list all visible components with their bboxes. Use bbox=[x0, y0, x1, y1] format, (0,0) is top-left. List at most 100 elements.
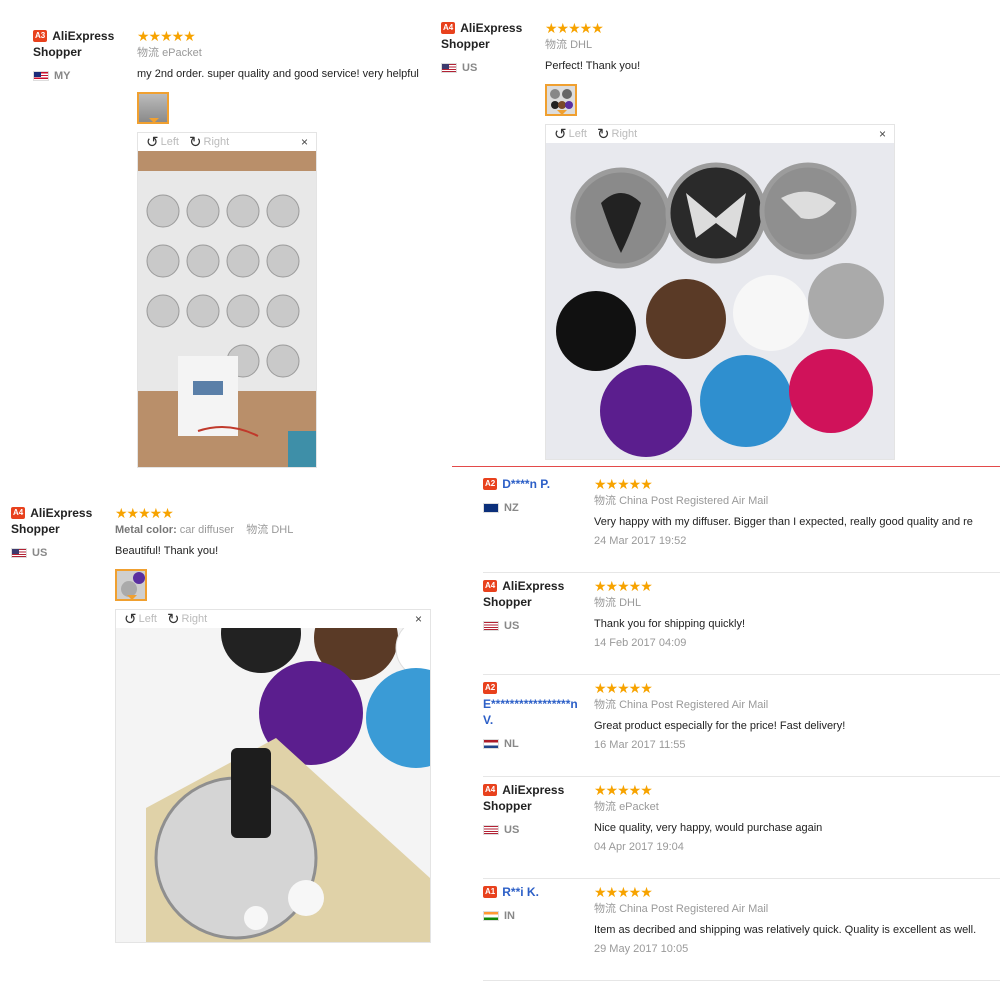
list-top-border bbox=[452, 466, 1000, 467]
photo-viewer: ↺ Left ↻ Right × bbox=[115, 609, 431, 943]
review-card-3: A4 AliExpress Shopper US ★★★★★ Metal colo… bbox=[11, 505, 441, 945]
shipping-label: 物流 bbox=[594, 597, 616, 609]
feedback-text: Thank you for shipping quickly! bbox=[594, 618, 746, 630]
sku-and-shipping: Metal color: car diffuser 物流 DHL bbox=[115, 523, 435, 538]
thumbnail-image bbox=[121, 572, 145, 597]
star-rating: ★★★★★ bbox=[545, 20, 604, 36]
level-badge: A4 bbox=[483, 784, 498, 796]
row-divider bbox=[483, 878, 1000, 879]
netherlands-flag-icon bbox=[483, 739, 499, 750]
thumbnail-image bbox=[550, 89, 573, 109]
level-badge: A2 bbox=[483, 681, 498, 694]
shipping-label: 物流 bbox=[594, 699, 616, 711]
shipping-method: DHL bbox=[570, 39, 593, 51]
review-photo bbox=[116, 628, 430, 942]
us-flag-icon bbox=[483, 825, 499, 836]
review-date: 24 Mar 2017 19:52 bbox=[594, 535, 687, 547]
shipping-label: 物流 bbox=[246, 524, 269, 536]
photo-thumbnail[interactable] bbox=[545, 84, 577, 116]
feedback-text: Very happy with my diffuser. Bigger than… bbox=[594, 516, 973, 528]
review-date: 29 May 2017 10:05 bbox=[594, 943, 689, 955]
shipping-info: 物流 DHL bbox=[594, 596, 1000, 611]
rotate-left-icon: ↺ bbox=[554, 126, 567, 143]
review-date: 04 Apr 2017 19:04 bbox=[594, 841, 684, 853]
reviewer-info: A4 AliExpress Shopper US bbox=[11, 505, 111, 561]
close-icon[interactable]: × bbox=[879, 127, 886, 141]
shipping-method: ePacket bbox=[162, 47, 202, 59]
photo-viewer: ↺ Left ↻ Right × bbox=[545, 124, 895, 460]
country: US bbox=[441, 60, 541, 76]
country: US bbox=[11, 545, 111, 561]
close-icon[interactable]: × bbox=[301, 135, 308, 149]
rotate-right-icon: ↻ bbox=[166, 611, 180, 628]
list-item: A4 AliExpress Shopper US ★★★★★ 物流 ePacket… bbox=[483, 782, 1000, 880]
new-zealand-flag-icon bbox=[483, 503, 499, 514]
rotate-right-button[interactable]: ↻ Right bbox=[189, 133, 229, 151]
list-item: A2 D****n P. NZ ★★★★★ 物流 China Post Regis… bbox=[483, 476, 1000, 574]
reviewer-name[interactable]: E*****************n V. bbox=[483, 697, 578, 727]
rotate-left-button[interactable]: ↺ Left bbox=[124, 610, 157, 628]
review-date: 14 Feb 2017 04:09 bbox=[594, 637, 687, 649]
shipping-info: 物流 China Post Registered Air Mail bbox=[594, 494, 1000, 509]
country: NL bbox=[483, 736, 591, 752]
review-card-2: A4 AliExpress Shopper US ★★★★★ 物流 DHL Per… bbox=[441, 20, 901, 460]
reviewer-info: A2 D****n P. NZ bbox=[483, 476, 591, 516]
review-photo bbox=[546, 143, 894, 459]
country-code: US bbox=[504, 824, 520, 837]
box-of-diffusers-image bbox=[138, 151, 316, 467]
country: US bbox=[483, 618, 591, 634]
reviewer-info: A4 AliExpress Shopper US bbox=[483, 782, 591, 838]
rotate-right-icon: ↻ bbox=[188, 134, 202, 151]
level-badge: A4 bbox=[11, 507, 26, 519]
star-rating: ★★★★★ bbox=[594, 680, 653, 696]
country-code: NL bbox=[504, 738, 519, 751]
star-rating: ★★★★★ bbox=[115, 505, 174, 521]
shipping-method: China Post Registered Air Mail bbox=[619, 495, 769, 507]
rotate-left-button[interactable]: ↺ Left bbox=[146, 133, 179, 151]
star-rating: ★★★★★ bbox=[594, 578, 653, 594]
country: NZ bbox=[483, 500, 591, 516]
shipping-info: 物流 ePacket bbox=[594, 800, 1000, 815]
rotate-right-button[interactable]: ↻ Right bbox=[597, 125, 637, 143]
country-code: US bbox=[462, 62, 478, 75]
reviewer-info: A2 E*****************n V. NL bbox=[483, 680, 591, 752]
review-card-1: A3 AliExpress Shopper MY ★★★★★ 物流 ePacket… bbox=[33, 28, 433, 468]
review-photo bbox=[138, 151, 316, 467]
shipping-method: China Post Registered Air Mail bbox=[619, 699, 769, 711]
row-divider bbox=[483, 776, 1000, 777]
row-divider bbox=[483, 980, 1000, 981]
level-badge: A2 bbox=[483, 478, 498, 490]
star-rating: ★★★★★ bbox=[137, 28, 196, 44]
reviewer-name[interactable]: D****n P. bbox=[502, 477, 550, 491]
country: MY bbox=[33, 68, 133, 84]
country-code: US bbox=[504, 620, 520, 633]
feedback-text: my 2nd order. super quality and good ser… bbox=[137, 68, 419, 80]
row-divider bbox=[483, 674, 1000, 675]
country-code: US bbox=[32, 547, 48, 560]
photo-thumbnail[interactable] bbox=[137, 92, 169, 124]
row-divider bbox=[483, 572, 1000, 573]
list-item: A4 AliExpress Shopper US ★★★★★ 物流 DHL Tha… bbox=[483, 578, 1000, 676]
country-code: NZ bbox=[504, 502, 519, 515]
reviewer-info: A3 AliExpress Shopper MY bbox=[33, 28, 133, 84]
star-rating: ★★★★★ bbox=[594, 884, 653, 900]
photo-viewer: ↺ Left ↻ Right × bbox=[137, 132, 317, 468]
shipping-info: 物流 DHL bbox=[545, 38, 885, 53]
country: US bbox=[483, 822, 591, 838]
shipping-label: 物流 bbox=[594, 495, 616, 507]
reviewer-info: A1 R**i K. IN bbox=[483, 884, 591, 924]
level-badge: A4 bbox=[483, 580, 498, 592]
close-icon[interactable]: × bbox=[415, 612, 422, 626]
reviewer-info: A4 AliExpress Shopper US bbox=[483, 578, 591, 634]
reviewer-info: A4 AliExpress Shopper US bbox=[441, 20, 541, 76]
rotate-right-button[interactable]: ↻ Right bbox=[167, 610, 207, 628]
photo-thumbnail[interactable] bbox=[115, 569, 147, 601]
list-item: A1 R**i K. IN ★★★★★ 物流 China Post Registe… bbox=[483, 884, 1000, 982]
level-badge: A4 bbox=[441, 22, 456, 34]
diffuser-and-pads-image bbox=[546, 143, 894, 459]
rotate-left-button[interactable]: ↺ Left bbox=[554, 125, 587, 143]
reviewer-name[interactable]: R**i K. bbox=[502, 885, 539, 899]
feedback-text: Item as decribed and shipping was relati… bbox=[594, 924, 977, 936]
rotate-left-icon: ↺ bbox=[124, 611, 137, 628]
shipping-info: 物流 China Post Registered Air Mail bbox=[594, 698, 1000, 713]
